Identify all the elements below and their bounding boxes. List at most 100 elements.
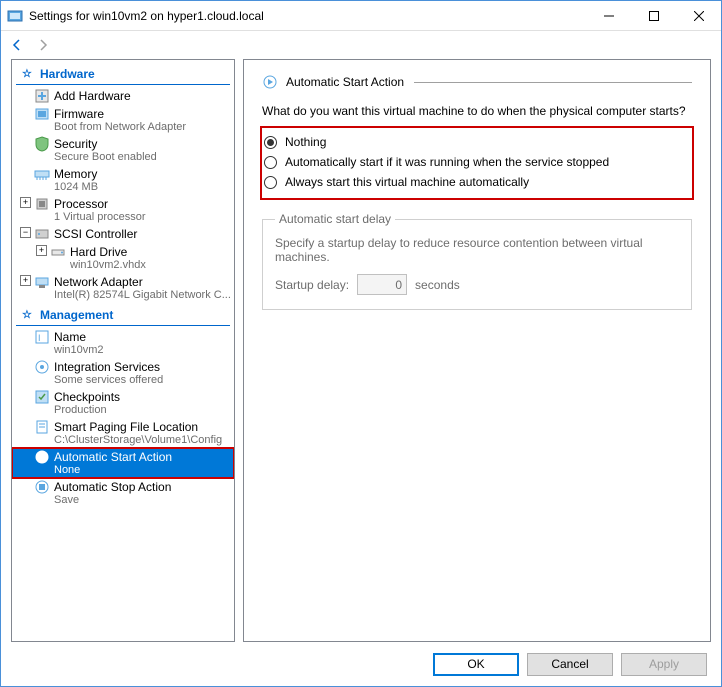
add-hardware-icon bbox=[34, 88, 50, 104]
tree-item-label: Automatic Start Action bbox=[36, 450, 234, 464]
section-management-label: Management bbox=[40, 308, 113, 322]
auto-start-icon bbox=[34, 449, 50, 465]
radio-label: Automatically start if it was running wh… bbox=[285, 155, 609, 169]
app-icon bbox=[7, 8, 23, 24]
radio-label: Always start this virtual machine automa… bbox=[285, 175, 529, 189]
tree-item-label: Checkpoints bbox=[36, 390, 234, 404]
content-header-text: Automatic Start Action bbox=[286, 75, 404, 89]
memory-icon bbox=[34, 166, 50, 182]
tree-item-firmware[interactable]: Firmware Boot from Network Adapter bbox=[12, 105, 234, 135]
radio-icon[interactable] bbox=[264, 136, 277, 149]
section-hardware-label: Hardware bbox=[40, 67, 95, 81]
content-panel: Automatic Start Action What do you want … bbox=[243, 59, 711, 642]
radio-nothing[interactable]: Nothing bbox=[264, 132, 686, 152]
expand-icon[interactable]: + bbox=[20, 197, 31, 208]
radio-always-start[interactable]: Always start this virtual machine automa… bbox=[264, 172, 686, 192]
settings-tree[interactable]: ☆ Hardware Add Hardware Firmware Boot fr… bbox=[11, 59, 235, 642]
collapse-icon[interactable]: − bbox=[20, 227, 31, 238]
tree-item-auto-start-action[interactable]: Automatic Start Action None bbox=[12, 448, 234, 478]
tree-item-sub: Secure Boot enabled bbox=[36, 151, 234, 163]
radio-icon[interactable] bbox=[264, 176, 277, 189]
tree-item-add-hardware[interactable]: Add Hardware bbox=[12, 87, 234, 105]
tree-item-label: Network Adapter bbox=[36, 275, 234, 289]
tree-item-sub: Some services offered bbox=[36, 374, 234, 386]
radio-label: Nothing bbox=[285, 135, 326, 149]
auto-start-icon bbox=[262, 74, 278, 90]
tree-item-name[interactable]: I Name win10vm2 bbox=[12, 328, 234, 358]
minimize-button[interactable] bbox=[586, 1, 631, 30]
tree-item-sub: win10vm2.vhdx bbox=[52, 259, 234, 271]
scsi-icon bbox=[34, 226, 50, 242]
tree-item-auto-stop-action[interactable]: Automatic Stop Action Save bbox=[12, 478, 234, 508]
chevron-up-icon: ☆ bbox=[22, 308, 32, 321]
tree-item-security[interactable]: Security Secure Boot enabled bbox=[12, 135, 234, 165]
tree-item-smart-paging[interactable]: Smart Paging File Location C:\ClusterSto… bbox=[12, 418, 234, 448]
delay-label: Startup delay: bbox=[275, 278, 349, 292]
expand-icon[interactable]: + bbox=[20, 275, 31, 286]
ok-button[interactable]: OK bbox=[433, 653, 519, 676]
section-hardware[interactable]: ☆ Hardware bbox=[16, 64, 230, 85]
delay-unit: seconds bbox=[415, 278, 460, 292]
tree-item-sub: Save bbox=[36, 494, 234, 506]
network-icon bbox=[34, 274, 50, 290]
startup-delay-group: Automatic start delay Specify a startup … bbox=[262, 212, 692, 310]
tree-item-label: Processor bbox=[36, 197, 234, 211]
tree-item-sub: None bbox=[36, 464, 234, 476]
tree-item-sub: C:\ClusterStorage\Volume1\Config bbox=[36, 434, 234, 446]
tree-item-label: Firmware bbox=[36, 107, 234, 121]
maximize-button[interactable] bbox=[631, 1, 676, 30]
radio-icon[interactable] bbox=[264, 156, 277, 169]
header-divider bbox=[414, 82, 692, 83]
tree-item-label: Add Hardware bbox=[36, 89, 234, 103]
tree-item-sub: Boot from Network Adapter bbox=[36, 121, 234, 133]
start-action-radio-group: Nothing Automatically start if it was ru… bbox=[262, 128, 692, 198]
shield-icon bbox=[34, 136, 50, 152]
hard-drive-icon bbox=[50, 244, 66, 260]
tree-item-sub: 1 Virtual processor bbox=[36, 211, 234, 223]
radio-auto-if-running[interactable]: Automatically start if it was running wh… bbox=[264, 152, 686, 172]
tree-item-label: Smart Paging File Location bbox=[36, 420, 234, 434]
tree-item-processor[interactable]: + Processor 1 Virtual processor bbox=[12, 195, 234, 225]
tree-item-sub: Intel(R) 82574L Gigabit Network C... bbox=[36, 289, 234, 301]
paging-icon bbox=[34, 419, 50, 435]
tree-item-sub: Production bbox=[36, 404, 234, 416]
cancel-button[interactable]: Cancel bbox=[527, 653, 613, 676]
svg-text:I: I bbox=[38, 333, 41, 343]
tree-item-label: SCSI Controller bbox=[36, 227, 234, 241]
nav-forward-button[interactable] bbox=[33, 35, 53, 55]
window-title: Settings for win10vm2 on hyper1.cloud.lo… bbox=[29, 9, 586, 23]
nav-back-button[interactable] bbox=[7, 35, 27, 55]
tree-item-sub: win10vm2 bbox=[36, 344, 234, 356]
name-icon: I bbox=[34, 329, 50, 345]
tree-item-sub: 1024 MB bbox=[36, 181, 234, 193]
startup-delay-input bbox=[357, 274, 407, 295]
tree-item-label: Automatic Stop Action bbox=[36, 480, 234, 494]
auto-stop-icon bbox=[34, 479, 50, 495]
tree-item-label: Security bbox=[36, 137, 234, 151]
chevron-up-icon: ☆ bbox=[22, 67, 32, 80]
close-button[interactable] bbox=[676, 1, 721, 30]
delay-description: Specify a startup delay to reduce resour… bbox=[275, 236, 679, 264]
tree-item-label: Hard Drive bbox=[52, 245, 234, 259]
tree-item-integration-services[interactable]: Integration Services Some services offer… bbox=[12, 358, 234, 388]
section-management[interactable]: ☆ Management bbox=[16, 305, 230, 326]
checkpoints-icon bbox=[34, 389, 50, 405]
tree-item-network-adapter[interactable]: + Network Adapter Intel(R) 82574L Gigabi… bbox=[12, 273, 234, 303]
integration-icon bbox=[34, 359, 50, 375]
tree-item-scsi-controller[interactable]: − SCSI Controller bbox=[12, 225, 234, 243]
tree-item-label: Name bbox=[36, 330, 234, 344]
apply-button: Apply bbox=[621, 653, 707, 676]
dialog-button-bar: OK Cancel Apply bbox=[1, 642, 721, 686]
toolbar bbox=[1, 31, 721, 59]
tree-item-memory[interactable]: Memory 1024 MB bbox=[12, 165, 234, 195]
titlebar: Settings for win10vm2 on hyper1.cloud.lo… bbox=[1, 1, 721, 31]
tree-item-hard-drive[interactable]: + Hard Drive win10vm2.vhdx bbox=[12, 243, 234, 273]
content-header: Automatic Start Action bbox=[262, 74, 692, 90]
expand-icon[interactable]: + bbox=[36, 245, 47, 256]
tree-item-label: Integration Services bbox=[36, 360, 234, 374]
delay-legend: Automatic start delay bbox=[275, 212, 395, 226]
processor-icon bbox=[34, 196, 50, 212]
firmware-icon bbox=[34, 106, 50, 122]
tree-item-checkpoints[interactable]: Checkpoints Production bbox=[12, 388, 234, 418]
content-prompt: What do you want this virtual machine to… bbox=[262, 104, 692, 118]
